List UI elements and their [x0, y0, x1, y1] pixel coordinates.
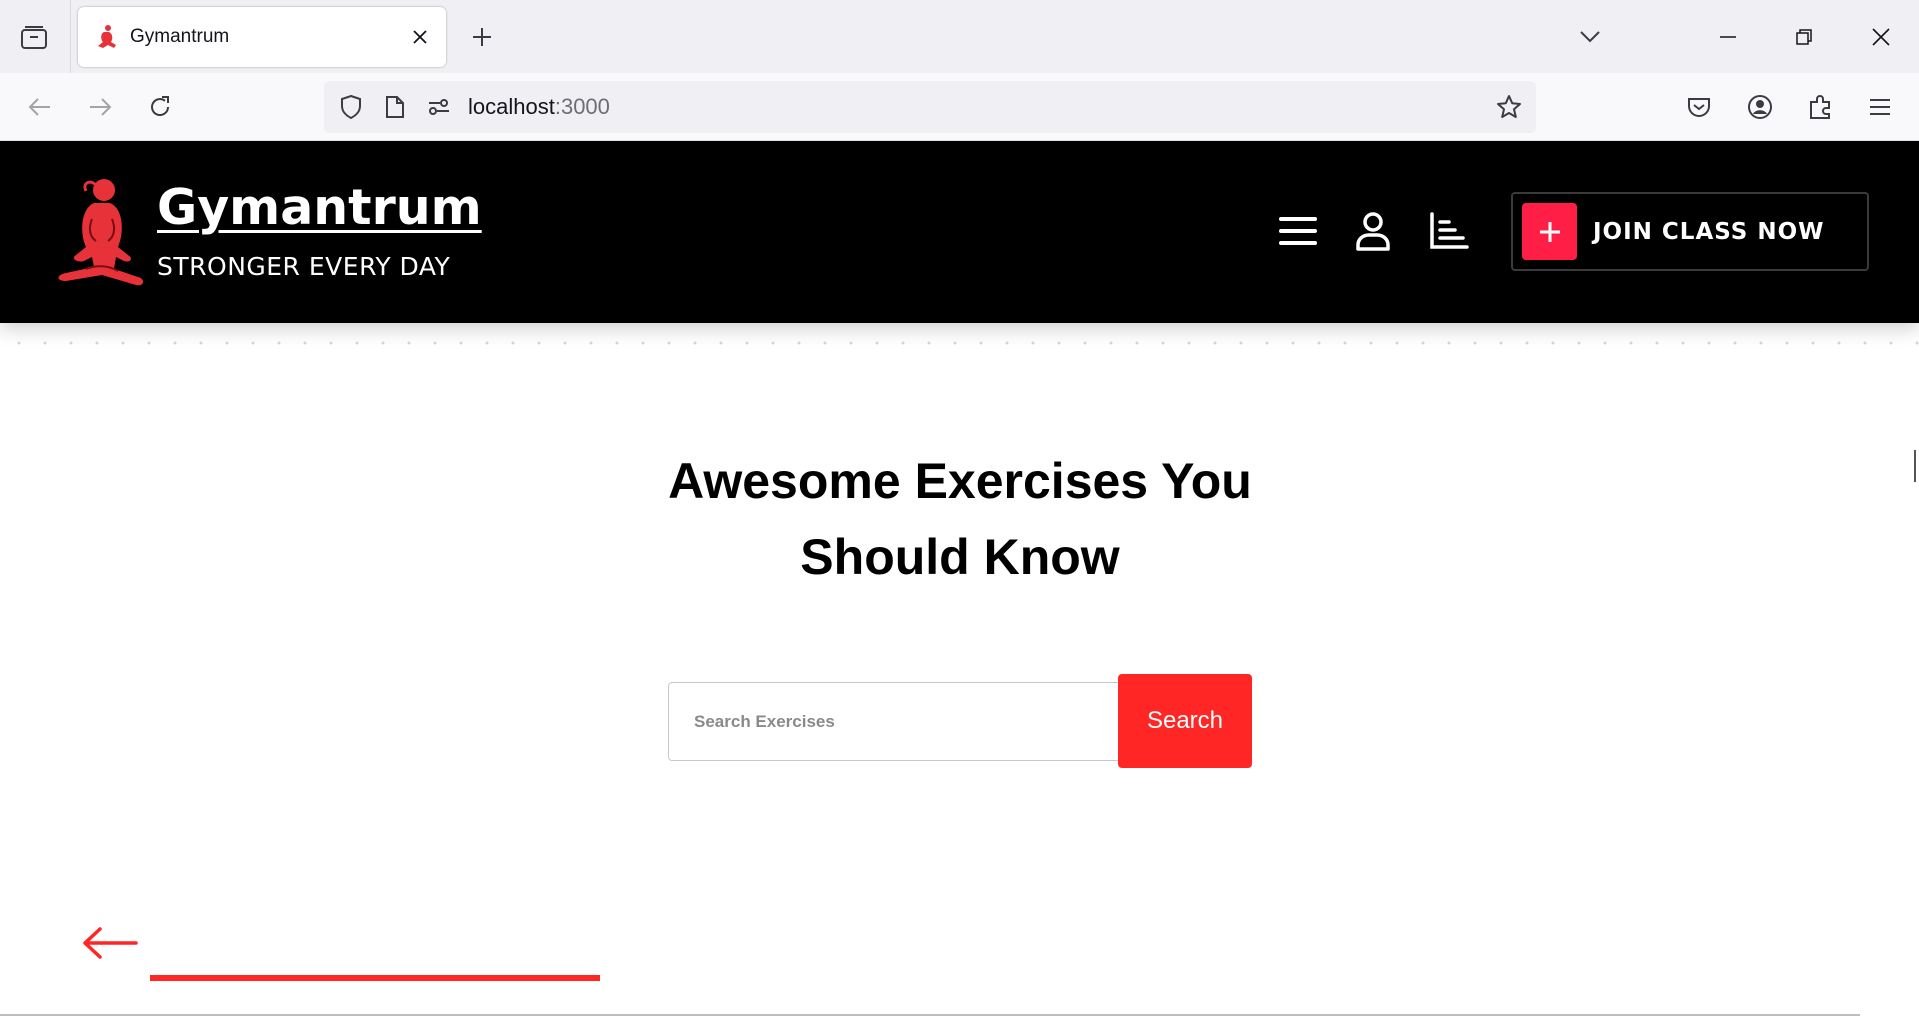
extensions-button[interactable] — [1798, 85, 1842, 129]
search-button[interactable]: Search — [1118, 674, 1252, 768]
arrow-left-icon[interactable] — [82, 926, 138, 960]
page-title-line-1: Awesome Exercises You — [668, 453, 1252, 509]
list-all-tabs-button[interactable] — [1570, 19, 1610, 55]
dotted-divider — [0, 341, 1919, 345]
url-text: localhost:3000 — [468, 94, 610, 120]
address-bar[interactable]: localhost:3000 — [324, 81, 1536, 133]
favicon-icon — [98, 25, 116, 48]
hamburger-menu-icon — [1870, 99, 1890, 115]
forward-arrow-icon — [90, 98, 112, 116]
brand-name[interactable]: Gymantrum — [157, 179, 482, 236]
page-title: Awesome Exercises You Should Know — [560, 443, 1360, 595]
chart-icon — [1430, 212, 1469, 249]
reload-button[interactable] — [138, 85, 182, 129]
tab-close-button[interactable] — [406, 23, 434, 51]
brand-tagline: STRONGER EVERY DAY — [157, 252, 451, 281]
browser-tab-bar: Gymantrum — [0, 0, 1919, 73]
join-class-button[interactable]: JOIN CLASS NOW — [1511, 192, 1869, 271]
scrollbar-thumb[interactable] — [1914, 450, 1916, 482]
tab-title: Gymantrum — [130, 26, 230, 47]
pocket-button[interactable] — [1677, 85, 1721, 129]
browser-tab[interactable]: Gymantrum — [78, 7, 446, 67]
url-host: localhost — [468, 94, 555, 119]
site-header: Gymantrum STRONGER EVERY DAY JOIN CLASS … — [0, 141, 1919, 323]
user-button[interactable] — [1349, 207, 1397, 255]
chevron-down-icon — [1580, 31, 1600, 43]
menu-button[interactable] — [1274, 207, 1322, 255]
close-icon — [413, 30, 427, 44]
back-arrow-icon — [28, 98, 50, 116]
pocket-icon — [1688, 98, 1710, 117]
extensions-icon — [1810, 95, 1830, 119]
join-class-label: JOIN CLASS NOW — [1593, 218, 1825, 245]
web-page: Gymantrum STRONGER EVERY DAY JOIN CLASS … — [0, 141, 1919, 1017]
permissions-button[interactable] — [422, 90, 456, 124]
forward-button[interactable] — [78, 85, 122, 129]
minimize-icon — [1720, 35, 1736, 38]
shield-icon — [341, 95, 361, 119]
page-title-line-2: Should Know — [800, 529, 1120, 585]
plus-icon — [473, 28, 491, 46]
window-close-button[interactable] — [1843, 0, 1919, 73]
exercise-search: Search — [668, 674, 1252, 768]
stats-button[interactable] — [1425, 207, 1473, 255]
close-icon — [1872, 27, 1890, 46]
logo[interactable] — [52, 175, 144, 291]
user-icon — [1356, 212, 1390, 251]
minimize-button[interactable] — [1690, 0, 1766, 73]
page-icon — [386, 96, 404, 118]
search-input[interactable] — [668, 682, 1128, 761]
scroll-progress-bar — [150, 975, 600, 981]
hamburger-menu-icon — [1279, 217, 1317, 245]
new-tab-button[interactable] — [462, 19, 502, 55]
tab-separator — [70, 0, 71, 73]
tab-list-button[interactable] — [14, 20, 54, 56]
permissions-icon — [429, 99, 449, 115]
plus-icon — [1539, 221, 1560, 242]
tab-list-icon — [21, 26, 47, 49]
horizontal-rule — [0, 1014, 1860, 1016]
star-icon — [1497, 95, 1521, 118]
app-menu-button[interactable] — [1858, 85, 1902, 129]
browser-nav-bar: localhost:3000 — [0, 73, 1919, 141]
site-info-button[interactable] — [378, 90, 412, 124]
restore-icon — [1796, 28, 1812, 45]
restore-button[interactable] — [1766, 0, 1842, 73]
account-button[interactable] — [1738, 85, 1782, 129]
account-icon — [1748, 95, 1772, 119]
reload-icon — [151, 96, 170, 116]
tracking-protection-button[interactable] — [334, 90, 368, 124]
url-port: :3000 — [554, 94, 610, 119]
join-plus-badge — [1522, 203, 1577, 260]
back-button[interactable] — [18, 85, 62, 129]
bookmark-button[interactable] — [1492, 90, 1526, 124]
